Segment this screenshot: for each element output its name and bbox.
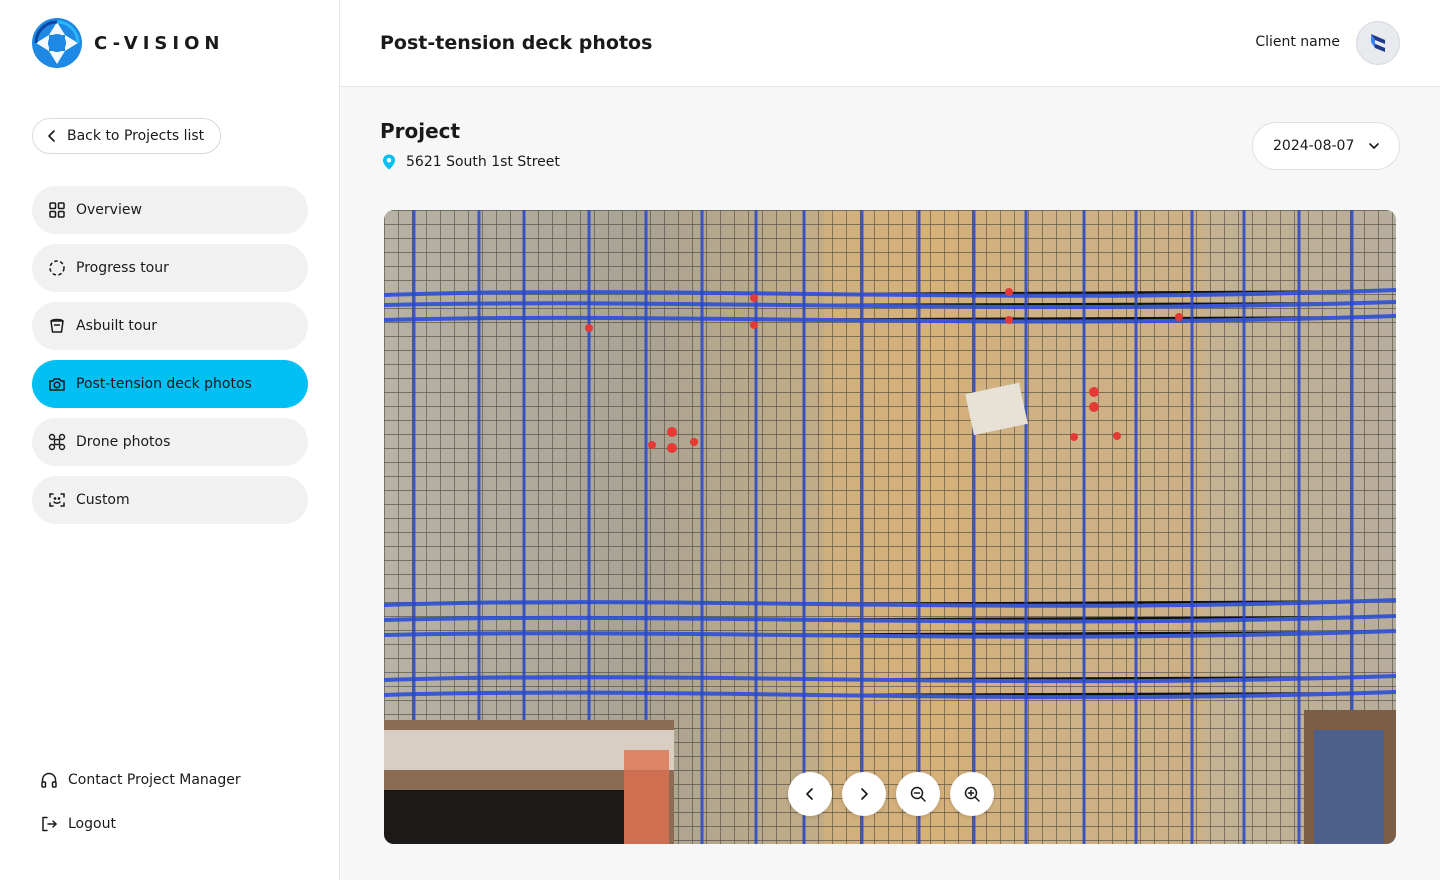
drone-icon — [48, 433, 66, 451]
zoom-out-icon — [910, 786, 926, 802]
project-location: 5621 South 1st Street — [380, 153, 560, 171]
bucket-icon — [48, 317, 66, 335]
brand-logo[interactable]: C-VISION — [32, 18, 224, 68]
previous-photo-button[interactable] — [788, 772, 832, 816]
back-to-projects-button[interactable]: Back to Projects list — [32, 118, 222, 154]
zoom-in-icon — [964, 786, 980, 802]
chevron-right-icon — [861, 788, 868, 800]
main-content: Project 5621 South 1st Street 2024-08-07 — [340, 87, 1440, 880]
zoom-in-button[interactable] — [950, 772, 994, 816]
next-photo-button[interactable] — [842, 772, 886, 816]
sidebar-item-overview[interactable]: Overview — [32, 186, 308, 234]
sidebar-item-label: Drone photos — [76, 434, 171, 450]
sidebar-item-custom[interactable]: Custom — [32, 476, 308, 524]
contact-project-manager-link[interactable]: Contact Project Manager — [40, 770, 241, 790]
grid-icon — [48, 201, 66, 219]
sidebar-item-label: Asbuilt tour — [76, 318, 158, 334]
client-name: Client name — [1255, 34, 1340, 50]
brand-name: C-VISION — [94, 32, 225, 54]
deck-photo — [384, 210, 1396, 844]
headphones-icon — [41, 772, 57, 788]
sidebar-item-label: Overview — [76, 202, 142, 218]
chevron-left-icon — [48, 130, 55, 142]
logout-icon — [42, 816, 57, 832]
client-logo-icon — [1371, 34, 1385, 52]
sidebar-nav: Overview Progress tour Asbuilt tour Post… — [32, 186, 308, 524]
avatar[interactable] — [1356, 21, 1400, 65]
sidebar: C-VISION Back to Projects list Overview … — [0, 0, 340, 880]
chevron-left-icon — [806, 788, 813, 800]
sidebar-item-label: Post-tension deck photos — [76, 376, 252, 392]
page-title: Post-tension deck photos — [380, 32, 653, 54]
date-select-value: 2024-08-07 — [1273, 138, 1355, 154]
zoom-out-button[interactable] — [896, 772, 940, 816]
sidebar-item-asbuilt-tour[interactable]: Asbuilt tour — [32, 302, 308, 350]
sidebar-item-label: Custom — [76, 492, 130, 508]
logout-link[interactable]: Logout — [40, 814, 241, 834]
logout-label: Logout — [68, 816, 116, 832]
location-pin-icon — [383, 154, 395, 170]
deck-photo-viewer[interactable] — [384, 210, 1396, 844]
date-select[interactable]: 2024-08-07 — [1252, 122, 1400, 170]
location-text: 5621 South 1st Street — [406, 154, 560, 170]
chevron-down-icon — [1369, 143, 1379, 149]
photo-controls — [788, 772, 994, 816]
contact-label: Contact Project Manager — [68, 772, 241, 788]
sidebar-item-label: Progress tour — [76, 260, 169, 276]
sidebar-item-progress-tour[interactable]: Progress tour — [32, 244, 308, 292]
camera-icon — [48, 375, 66, 393]
sidebar-item-post-tension-deck-photos[interactable]: Post-tension deck photos — [32, 360, 308, 408]
aperture-logo-icon — [32, 18, 82, 68]
sidebar-item-drone-photos[interactable]: Drone photos — [32, 418, 308, 466]
scan-icon — [48, 491, 66, 509]
project-title: Project — [380, 119, 461, 143]
top-header: Post-tension deck photos Client name — [340, 0, 1440, 87]
back-button-label: Back to Projects list — [67, 128, 205, 144]
dashed-circle-icon — [48, 259, 66, 277]
sidebar-bottom-links: Contact Project Manager Logout — [40, 770, 241, 834]
